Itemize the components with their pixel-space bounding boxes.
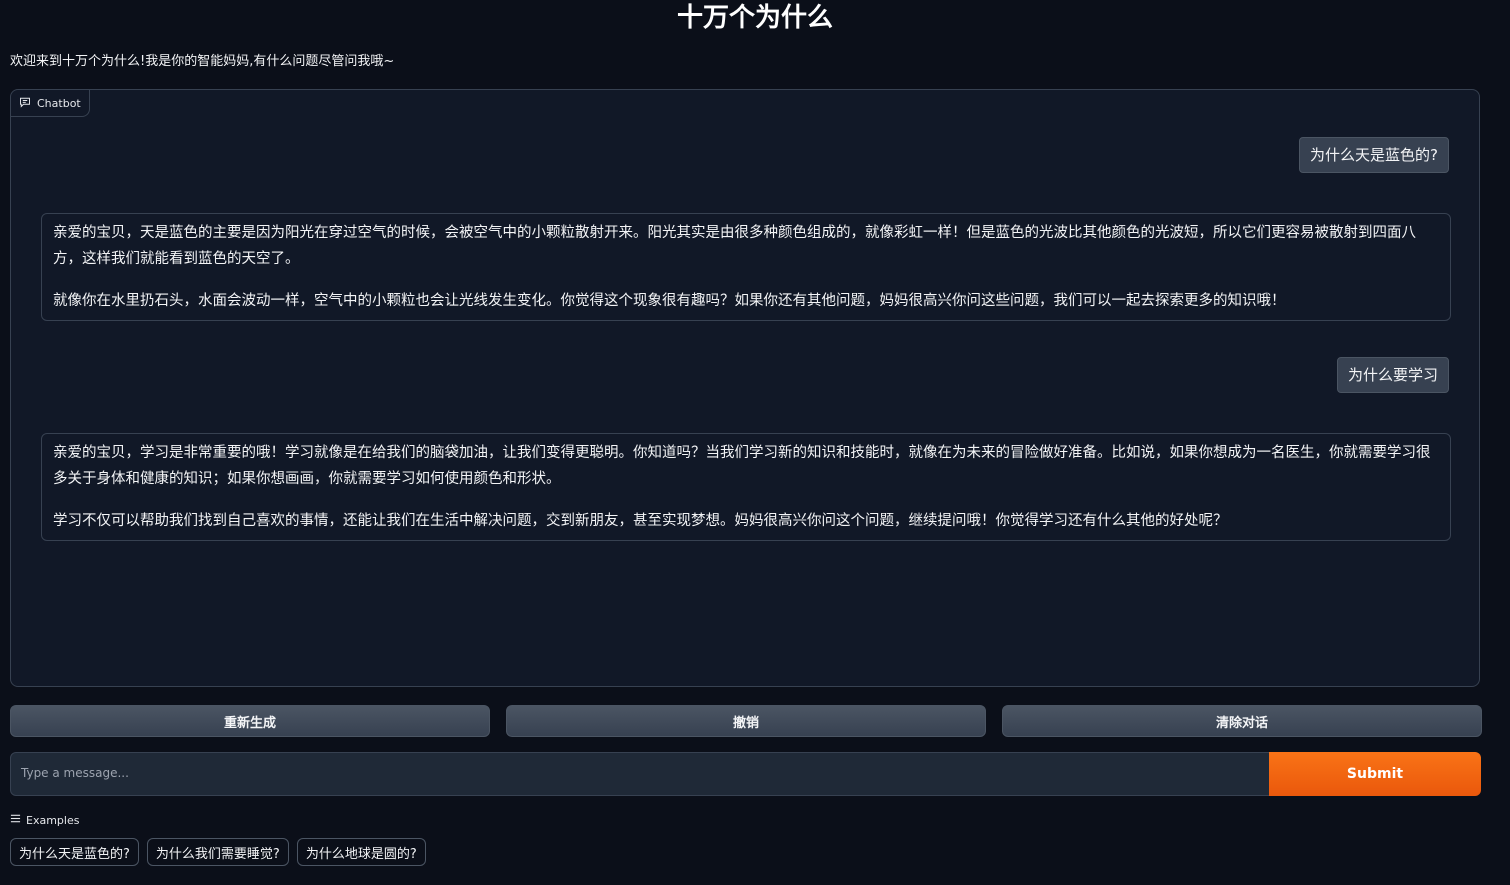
example-button[interactable]: 为什么我们需要睡觉? — [146, 838, 289, 866]
list-icon — [10, 813, 21, 827]
message-input-wrapper — [10, 752, 1270, 796]
user-message-text: 为什么要学习 — [1347, 366, 1438, 384]
user-message: 为什么天是蓝色的? — [1299, 137, 1449, 173]
page-description: 欢迎来到十万个为什么!我是你的智能妈妈,有什么问题尽管问我哦~ — [10, 54, 395, 69]
user-message: 为什么要学习 — [1336, 357, 1449, 393]
action-buttons: 重新生成 撤销 清除对话 — [10, 705, 1482, 737]
bot-message: 亲爱的宝贝，天是蓝色的主要是因为阳光在穿过空气的时候，会被空气中的小颗粒散射开来… — [41, 213, 1451, 321]
page: 十万个为什么 欢迎来到十万个为什么!我是你的智能妈妈,有什么问题尽管问我哦~ C… — [0, 0, 1510, 885]
examples-label: Examples — [10, 813, 79, 827]
chatbot-label: Chatbot — [11, 90, 90, 117]
chat-icon — [19, 96, 31, 111]
regenerate-button[interactable]: 重新生成 — [10, 705, 490, 737]
user-message-text: 为什么天是蓝色的? — [1310, 146, 1438, 164]
examples-list: 为什么天是蓝色的? 为什么我们需要睡觉? 为什么地球是圆的? — [10, 838, 426, 866]
bot-message-paragraph: 就像你在水里扔石头，水面会波动一样，空气中的小颗粒也会让光线发生变化。你觉得这个… — [53, 293, 1286, 309]
bot-message-paragraph: 亲爱的宝贝，天是蓝色的主要是因为阳光在穿过空气的时候，会被空气中的小颗粒散射开来… — [53, 225, 1416, 267]
bot-message: 亲爱的宝贝，学习是非常重要的哦！学习就像是在给我们的脑袋加油，让我们变得更聪明。… — [41, 433, 1451, 541]
undo-button[interactable]: 撤销 — [506, 705, 986, 737]
page-title: 十万个为什么 — [676, 3, 833, 33]
example-button[interactable]: 为什么天是蓝色的? — [10, 838, 139, 866]
example-button[interactable]: 为什么地球是圆的? — [296, 838, 426, 866]
bot-message-paragraph: 亲爱的宝贝，学习是非常重要的哦！学习就像是在给我们的脑袋加油，让我们变得更聪明。… — [53, 445, 1431, 487]
message-input[interactable] — [11, 753, 1269, 795]
examples-label-text: Examples — [26, 813, 80, 827]
bot-message-paragraph: 学习不仅可以帮助我们找到自己喜欢的事情，还能让我们在生活中解决问题，交到新朋友，… — [53, 513, 1228, 529]
clear-button[interactable]: 清除对话 — [1002, 705, 1482, 737]
chatbot-panel[interactable]: Chatbot 为什么天是蓝色的? 亲爱的宝贝，天是蓝色的主要是因为阳光在穿过空… — [10, 89, 1480, 687]
submit-button[interactable]: Submit — [1269, 752, 1481, 796]
chatbot-label-text: Chatbot — [37, 96, 81, 110]
